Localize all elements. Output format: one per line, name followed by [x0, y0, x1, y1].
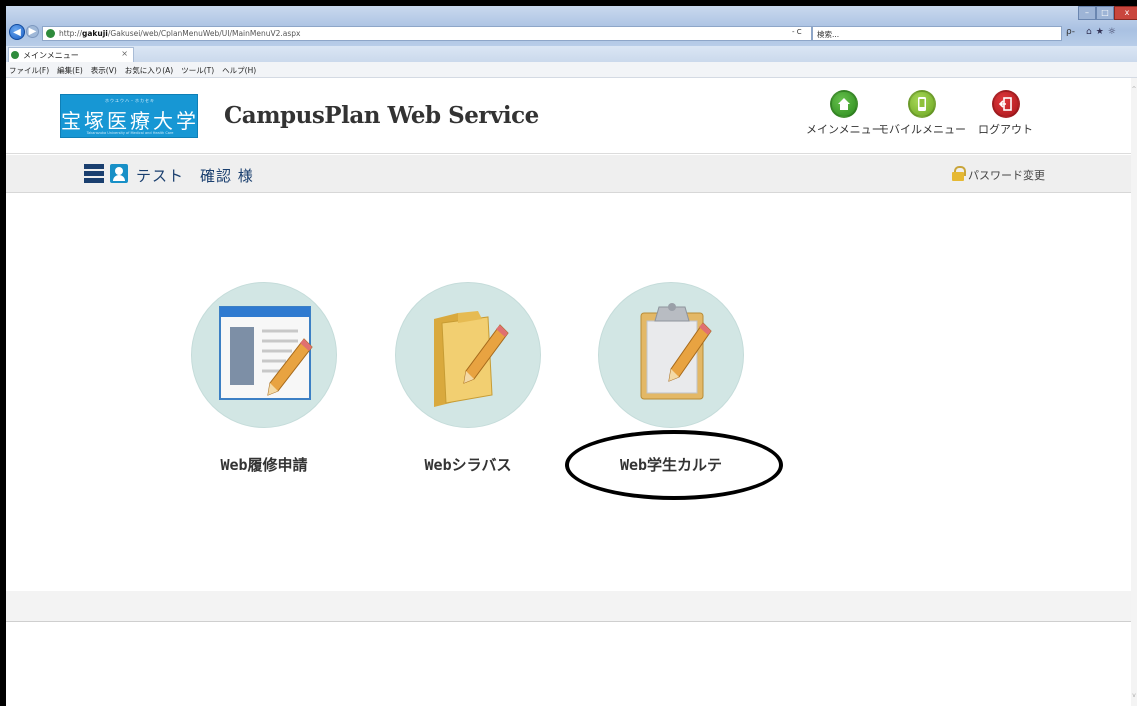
site-favicon-icon [46, 29, 55, 38]
tab-bar: メインメニュー × [6, 46, 1137, 62]
menu-help[interactable]: ヘルプ(H) [222, 65, 256, 77]
home-icon [830, 90, 859, 118]
forward-button[interactable]: ▶ [26, 25, 39, 38]
list-menu-icon[interactable] [84, 164, 104, 183]
mobile-menu-button[interactable]: モバイルメニュー [878, 90, 966, 137]
footer-band [6, 591, 1137, 622]
mobile-icon [908, 90, 936, 118]
logo-main-text: 宝塚医療大学 [61, 109, 199, 133]
menu-file[interactable]: ファイル(F) [9, 65, 49, 77]
logout-button[interactable]: ログアウト [978, 90, 1033, 137]
university-logo[interactable]: ホウユウハ・ホカセキ 宝塚医療大学 Takarazuka University … [60, 94, 198, 138]
close-window-button[interactable]: x [1114, 6, 1137, 20]
url-host: gakuji [81, 29, 108, 38]
user-bar: テスト 確認 様 パスワード変更 [6, 155, 1137, 193]
browser-tool-icons[interactable]: ⌂★☼ [1086, 27, 1120, 37]
logo-sub-text: ホウユウハ・ホカセキ [105, 98, 155, 103]
refresh-dropdown[interactable]: - C [792, 28, 802, 36]
search-input[interactable]: 検索... [812, 26, 1062, 41]
tab-main-menu[interactable]: メインメニュー × [8, 47, 134, 62]
main-menu-button[interactable]: メインメニュー [806, 90, 883, 137]
minimize-button[interactable]: – [1078, 6, 1096, 20]
browser-titlebar: ◀ ▶ http://gakuji/Gakusei/web/CplanMenuW… [6, 6, 1137, 46]
scroll-up-icon[interactable]: ^ [1131, 86, 1137, 93]
back-button[interactable]: ◀ [9, 24, 25, 40]
clipboard-edit-icon[interactable] [598, 282, 744, 428]
password-change-link[interactable]: パスワード変更 [968, 167, 1045, 183]
search-icon[interactable]: ρ- [1066, 27, 1075, 37]
user-name: テスト 確認 様 [136, 167, 254, 185]
main-menu-label: メインメニュー [806, 123, 883, 136]
tab-title: メインメニュー [23, 51, 79, 60]
site-title: CampusPlan Web Service [224, 102, 539, 129]
folder-edit-icon[interactable] [395, 282, 541, 428]
tile-web-syllabus[interactable]: Webシラバス [395, 282, 541, 475]
url-prefix: http:// [59, 29, 82, 38]
logo-foot-text: Takarazuka University of Medical and Hea… [86, 131, 174, 135]
browser-window: ◀ ▶ http://gakuji/Gakusei/web/CplanMenuW… [6, 6, 1137, 706]
document-edit-icon[interactable] [191, 282, 337, 428]
logout-label: ログアウト [978, 123, 1033, 136]
menu-view[interactable]: 表示(V) [91, 65, 117, 77]
logout-icon [991, 90, 1020, 118]
browser-menubar: ファイル(F) 編集(E) 表示(V) お気に入り(A) ツール(T) ヘルプ(… [6, 62, 1137, 78]
tile-label: Webシラバス [424, 456, 512, 474]
url-path: /Gakusei/web/CplanMenuWeb/UI/MainMenuV2.… [107, 29, 301, 38]
window-controls: – □ x [1078, 6, 1137, 20]
mobile-menu-label: モバイルメニュー [878, 123, 966, 136]
user-icon [110, 164, 128, 183]
address-bar[interactable]: http://gakuji/Gakusei/web/CplanMenuWeb/U… [42, 26, 812, 41]
main-content: Web履修申請 Webシラバス Web学生カルテ [6, 193, 1137, 591]
menu-favorites[interactable]: お気に入り(A) [125, 65, 173, 77]
tile-web-course-registration[interactable]: Web履修申請 [191, 282, 337, 475]
menu-tools[interactable]: ツール(T) [181, 65, 214, 77]
tab-close-icon[interactable]: × [121, 49, 128, 58]
footer-area [6, 623, 1131, 706]
highlight-annotation-ellipse [565, 430, 783, 500]
lock-icon [952, 166, 966, 181]
page-header: ホウユウハ・ホカセキ 宝塚医療大学 Takarazuka University … [6, 78, 1137, 154]
tab-favicon-icon [11, 51, 19, 59]
vertical-scrollbar[interactable] [1131, 78, 1137, 706]
menu-edit[interactable]: 編集(E) [57, 65, 83, 77]
maximize-button[interactable]: □ [1096, 6, 1114, 20]
scroll-down-icon[interactable]: v [1131, 692, 1137, 699]
tile-label: Web履修申請 [220, 456, 308, 474]
